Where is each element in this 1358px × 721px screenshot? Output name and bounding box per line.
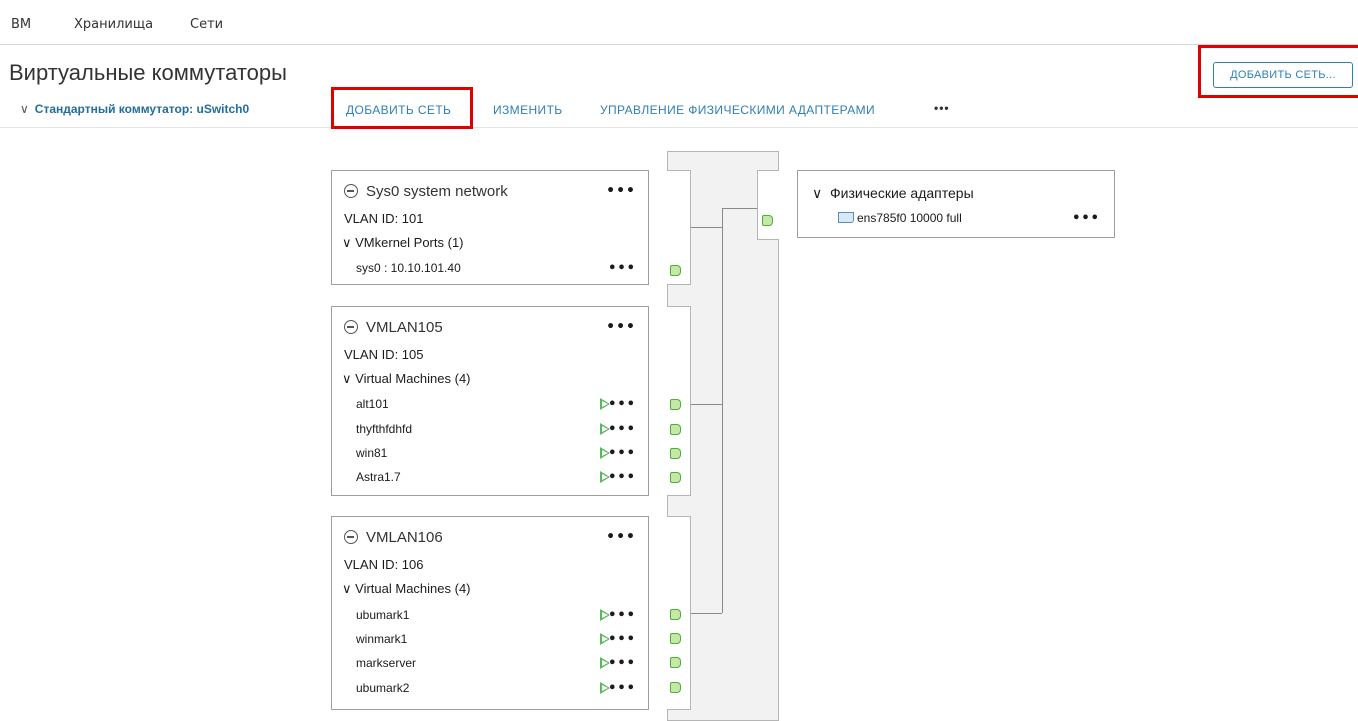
port-markserver[interactable] [670,657,681,668]
chevron-down-icon: ∨ [342,235,352,250]
physical-adapters-card: ∨ Физические адаптеры ens785f0 10000 ful… [797,170,1115,238]
port-winmark1[interactable] [670,633,681,644]
vm-item[interactable]: markserver [356,656,416,670]
portgroup-header: VMLAN105 [344,319,443,336]
section-label: Virtual Machines (4) [355,371,471,386]
vm-item[interactable]: winmark1 [356,632,407,646]
vm-item[interactable]: ubumark2 [356,681,409,695]
vm-menu-button[interactable]: ••• [608,422,636,437]
nic-icon [838,212,854,223]
top-nav: ВМ Хранилища Сети [0,0,1358,45]
switch-header-row: ∨ Стандартный коммутатор: uSwitch0 ДОБАВИ… [0,92,1358,128]
vm-menu-button[interactable]: ••• [608,681,636,696]
page-title: Виртуальные коммутаторы [9,60,287,85]
chevron-down-icon: ∨ [812,185,823,201]
vm-item[interactable]: thyfthfdhfd [356,422,412,436]
vm-item[interactable]: alt101 [356,397,389,411]
vm-item[interactable]: ubumark1 [356,608,409,622]
portgroup-card-sys0: Sys0 system network ••• VLAN ID: 101 ∨ V… [331,170,649,285]
physical-adapters-toggle[interactable]: ∨ Физические адаптеры [812,185,974,202]
list-item: sys0 : 10.10.101.40 [356,261,461,275]
vm-menu-button[interactable]: ••• [608,632,636,647]
vm-menu-button[interactable]: ••• [608,656,636,671]
adapter-menu-button[interactable]: ••• [1072,211,1100,226]
port-win81[interactable] [670,448,681,459]
vm-item[interactable]: win81 [356,446,387,460]
uplink-connector [757,170,779,240]
port-astra17[interactable] [670,472,681,483]
section-label: Virtual Machines (4) [355,581,471,596]
port-sys0[interactable] [670,265,681,276]
portgroup-menu-button[interactable]: ••• [606,529,636,545]
vm-menu-button[interactable]: ••• [608,608,636,623]
network-icon [344,530,358,544]
switch-name: Стандартный коммутатор: uSwitch0 [34,102,250,116]
portgroup-card-vmlan105: VMLAN105 ••• VLAN ID: 105 ∨ Virtual Mach… [331,306,649,496]
edit-button[interactable]: ИЗМЕНИТЬ [493,103,563,117]
vertical-wire [722,208,723,613]
portgroup-header: VMLAN106 [344,529,443,546]
add-network-outline-button[interactable]: ДОБАВИТЬ СЕТЬ... [1213,62,1353,88]
section-label: VMkernel Ports (1) [355,235,464,250]
adapter-label: ens785f0 10000 full [857,211,962,225]
chevron-down-icon: ∨ [342,371,352,386]
uplink-port[interactable] [762,215,773,226]
portgroup-menu-button[interactable]: ••• [606,183,636,199]
manage-physical-adapters-button[interactable]: УПРАВЛЕНИЕ ФИЗИЧЕСКИМИ АДАПТЕРАМИ [600,103,875,117]
adapter-item[interactable]: ens785f0 10000 full [838,211,962,225]
wire-vmlan105 [691,404,722,405]
section-toggle[interactable]: ∨ Virtual Machines (4) [342,581,471,597]
portgroup-card-vmlan106: VMLAN106 ••• VLAN ID: 106 ∨ Virtual Mach… [331,516,649,710]
physical-adapters-title: Физические адаптеры [830,185,974,201]
portgroup-name: VMLAN106 [366,529,443,546]
add-network-button[interactable]: ДОБАВИТЬ СЕТЬ [346,103,451,117]
vm-item[interactable]: Astra1.7 [356,470,401,484]
portgroup-name: VMLAN105 [366,319,443,336]
switch-name-toggle[interactable]: ∨ Стандартный коммутатор: uSwitch0 [20,102,249,116]
port-alt101[interactable] [670,399,681,410]
vm-menu-button[interactable]: ••• [608,397,636,412]
port-ubumark1[interactable] [670,609,681,620]
tab-networks[interactable]: Сети [190,17,223,32]
portgroup-menu-button[interactable]: ••• [606,319,636,335]
network-icon [344,320,358,334]
port-ubumark2[interactable] [670,682,681,693]
vlan-id: VLAN ID: 105 [344,347,424,362]
section-toggle[interactable]: ∨ VMkernel Ports (1) [342,235,464,251]
tab-storage[interactable]: Хранилища [74,17,153,32]
tab-vm[interactable]: ВМ [11,17,31,32]
vlan-id: VLAN ID: 101 [344,211,424,226]
wire-vmlan106 [691,613,722,614]
chevron-down-icon: ∨ [20,102,29,116]
vlan-id: VLAN ID: 106 [344,557,424,572]
portgroup-header: Sys0 system network [344,183,508,200]
portgroup-name: Sys0 system network [366,183,508,200]
wire-uplink [722,208,757,209]
item-menu-button[interactable]: ••• [608,261,636,276]
vm-menu-button[interactable]: ••• [608,470,636,485]
more-actions-button[interactable]: ••• [934,101,950,115]
chevron-down-icon: ∨ [342,581,352,596]
wire-sys0 [691,227,722,228]
network-icon [344,184,358,198]
port-thyfthfdhfd[interactable] [670,424,681,435]
vm-menu-button[interactable]: ••• [608,446,636,461]
section-toggle[interactable]: ∨ Virtual Machines (4) [342,371,471,387]
